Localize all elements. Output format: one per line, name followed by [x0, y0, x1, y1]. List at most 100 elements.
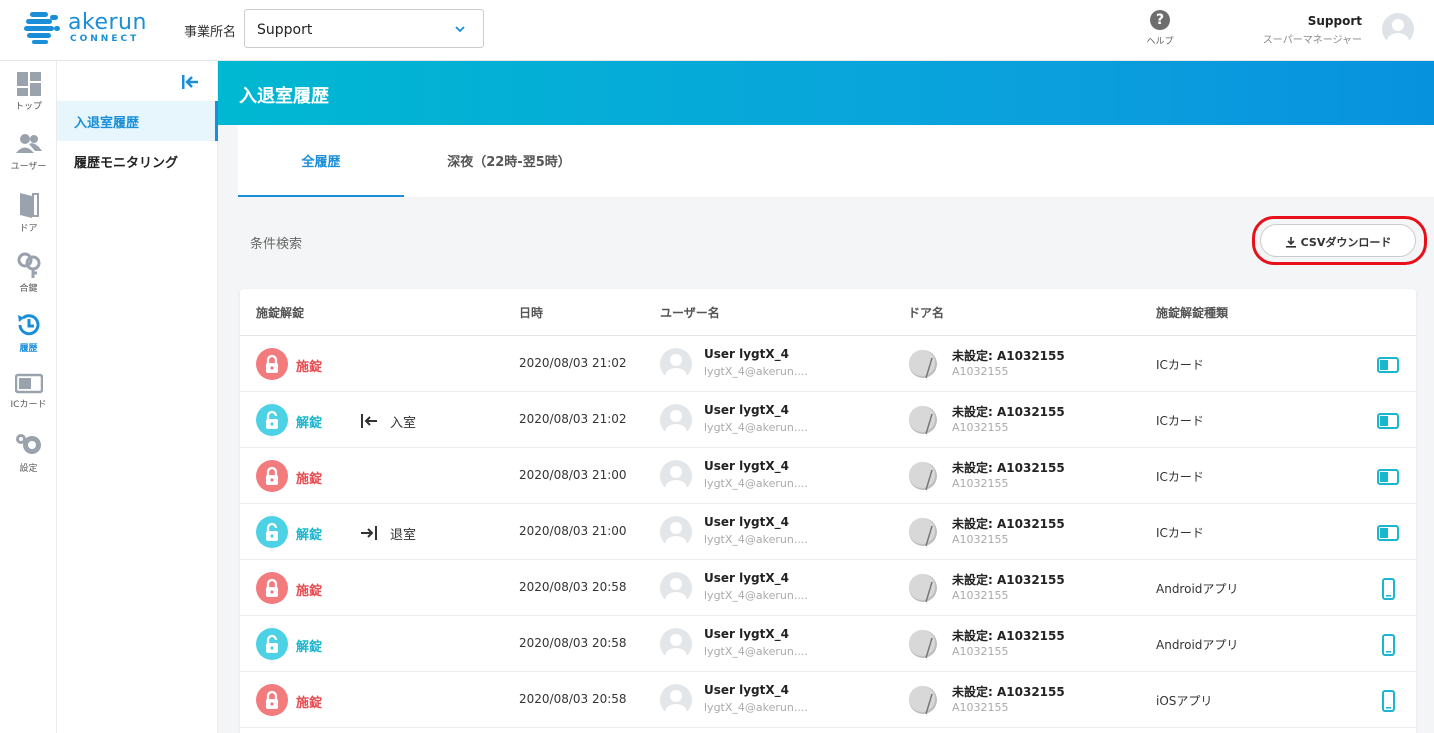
page-banner: 入退室履歴: [218, 61, 1434, 125]
user-email-cell: lygtX_4@akerun....: [704, 365, 808, 378]
door-id-cell: A1032155: [952, 365, 1009, 378]
datetime-cell: 2020/08/03 20:58: [519, 580, 627, 594]
door-id-cell: A1032155: [952, 421, 1009, 434]
page-title: 入退室履歴: [239, 86, 329, 107]
lock-method-cell: Androidアプリ: [1156, 582, 1239, 596]
rail-label: ユーザー: [10, 162, 47, 172]
door-name-cell[interactable]: 未設定: A1032155: [952, 515, 1065, 532]
door-name-cell[interactable]: 未設定: A1032155: [952, 627, 1065, 644]
rail-label: 履歴: [19, 344, 38, 354]
avatar[interactable]: [1382, 13, 1414, 45]
user-avatar-icon: [665, 690, 687, 716]
door-name-cell[interactable]: 未設定: A1032155: [952, 459, 1065, 476]
rail-label: 設定: [19, 464, 38, 474]
column-header[interactable]: 日時: [519, 304, 543, 321]
column-header[interactable]: ユーザー名: [660, 304, 720, 321]
history-table: 施錠解錠 日時 ユーザー名 ドア名 施錠解錠種類 施錠 2020/08/03 21…: [240, 289, 1416, 733]
door-device-icon: [908, 684, 938, 716]
door-device-icon: [908, 572, 938, 604]
door-name-cell[interactable]: 未設定: A1032155: [952, 403, 1065, 420]
highlight-annotation: [1252, 216, 1427, 265]
user-name-cell[interactable]: User lygtX_4: [704, 347, 789, 361]
user-avatar: [660, 404, 692, 436]
lock-status-icon: [256, 460, 288, 492]
subnav-item-history-monitoring[interactable]: 履歴モニタリング: [57, 141, 218, 181]
tab-all-history[interactable]: 全履歴: [238, 125, 404, 197]
door-name-cell[interactable]: 未設定: A1032155: [952, 347, 1065, 364]
direction-label: 退室: [390, 528, 417, 543]
user-email-cell: lygtX_4@akerun....: [704, 421, 808, 434]
user-name-cell[interactable]: User lygtX_4: [704, 571, 789, 585]
card-icon: [1377, 469, 1399, 485]
lock-method-cell: ICカード: [1156, 358, 1204, 372]
door-id-cell: A1032155: [952, 645, 1009, 658]
office-select-value: Support: [257, 22, 313, 38]
user-name-cell[interactable]: User lygtX_4: [704, 683, 789, 697]
table-row[interactable]: 施錠 2020/08/03 21:00 User lygtX_4 lygtX_4@ak…: [240, 448, 1416, 504]
akerun-device-icon: [909, 518, 937, 547]
table-row[interactable]: 施錠 2020/08/03 20:58 User lygtX_4 lygtX_4@ak…: [240, 560, 1416, 616]
rail-item-history[interactable]: 履歴: [0, 305, 57, 361]
user-email-cell: lygtX_4@akerun....: [704, 701, 808, 714]
akerun-device-icon: [909, 630, 937, 659]
rail-item-users[interactable]: ユーザー: [0, 125, 57, 181]
user-name-cell[interactable]: User lygtX_4: [704, 459, 789, 473]
user-name-cell[interactable]: User lygtX_4: [704, 403, 789, 417]
user-email-cell: lygtX_4@akerun....: [704, 477, 808, 490]
lock-status-icon: [256, 572, 288, 604]
user-name-cell[interactable]: User lygtX_4: [704, 515, 789, 529]
datetime-cell: 2020/08/03 21:00: [519, 524, 627, 538]
office-select[interactable]: Support: [244, 9, 484, 48]
column-header[interactable]: ドア名: [908, 304, 944, 321]
column-header[interactable]: 施錠解錠: [256, 304, 304, 321]
user-email-cell: lygtX_4@akerun....: [704, 533, 808, 546]
lock-action-label: 施錠: [296, 472, 323, 487]
table-row[interactable]: 施錠 2020/08/03 21:02 User lygtX_4 lygtX_4@ak…: [240, 336, 1416, 392]
user-info[interactable]: Support スーパーマネージャー: [1263, 14, 1362, 46]
rail-item-ic-card[interactable]: ICカード: [0, 365, 57, 421]
user-avatar-icon: [665, 634, 687, 660]
column-header[interactable]: 施錠解錠種類: [1156, 304, 1228, 321]
lock-action-label: 解錠: [296, 640, 323, 655]
help-icon: ?: [1150, 10, 1170, 30]
door-name-cell[interactable]: 未設定: A1032155: [952, 571, 1065, 588]
rail-item-door[interactable]: ドア: [0, 185, 57, 241]
lock-status-icon: [256, 628, 288, 660]
table-row[interactable]: 解錠 退室 2020/08/03 21:00 User lygtX_4 lygtX_4@…: [240, 504, 1416, 560]
lock-status-icon: [256, 404, 288, 436]
rail-item-settings[interactable]: 設定: [0, 425, 57, 481]
datetime-cell: 2020/08/03 21:02: [519, 356, 627, 370]
door-id-cell: A1032155: [952, 477, 1009, 490]
card-icon: [1377, 525, 1399, 541]
rail-item-key[interactable]: 合鍵: [0, 245, 57, 301]
collapse-sidebar-icon[interactable]: [181, 73, 199, 91]
door-device-icon: [908, 628, 938, 660]
table-row[interactable]: 施錠 2020/08/03 20:58 User lygtX_4 lygtX_4@ak…: [240, 672, 1416, 728]
akerun-logo[interactable]: akerun CONNECT: [24, 10, 146, 46]
help-button[interactable]: ? ヘルプ: [1140, 10, 1180, 50]
table-row[interactable]: 解錠 2020/08/03 20:58 User lygtX_4 lygtX_4@ak…: [240, 616, 1416, 672]
card-icon: [1377, 357, 1399, 373]
door-device-icon: [908, 348, 938, 380]
users-icon: [15, 134, 42, 153]
door-name-cell[interactable]: 未設定: A1032155: [952, 683, 1065, 700]
user-avatar-icon: [665, 466, 687, 492]
condition-search-toggle[interactable]: 条件検索: [250, 233, 302, 252]
akerun-device-icon: [909, 350, 937, 379]
akerun-device-icon: [909, 574, 937, 603]
tab-late-night[interactable]: 深夜（22時-翌5時）: [404, 125, 614, 197]
rail-item-top[interactable]: トップ: [0, 65, 57, 121]
lock-method-icon: [1376, 522, 1400, 544]
user-avatar: [660, 572, 692, 604]
subnav-item-access-history[interactable]: 入退室履歴: [57, 101, 218, 141]
table-row[interactable]: 解錠 入室 2020/08/03 21:02 User lygtX_4 lygtX_4@…: [240, 392, 1416, 448]
door-icon: [19, 193, 39, 218]
lock-closed-icon: [266, 690, 278, 709]
rail-label: ICカード: [10, 400, 47, 410]
door-device-icon: [908, 404, 938, 436]
lock-status-icon: [256, 684, 288, 716]
rail-label: ドア: [19, 224, 38, 234]
user-name-cell[interactable]: User lygtX_4: [704, 627, 789, 641]
user-role: スーパーマネージャー: [1262, 35, 1362, 46]
office-label: 事業所名: [184, 25, 237, 40]
